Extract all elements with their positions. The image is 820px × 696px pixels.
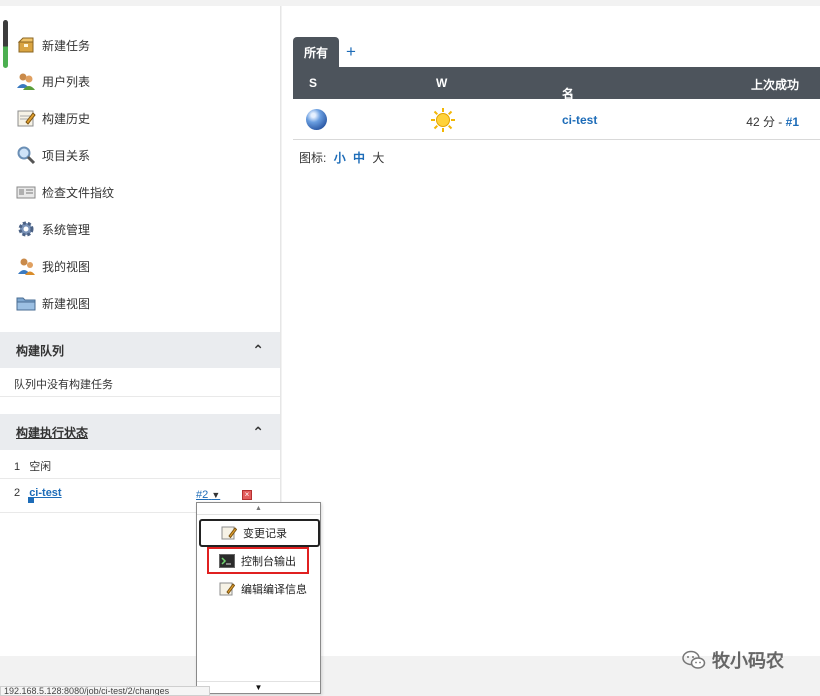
notepad-icon	[219, 582, 235, 596]
column-status[interactable]: S	[309, 76, 317, 90]
last-success-cell: 42 分 - #1	[746, 113, 799, 130]
build-queue-header[interactable]: 构建队列 ⌃	[0, 332, 280, 368]
executor-build-link[interactable]: #2 ▼	[196, 489, 220, 501]
scroll-up-icon[interactable]: ▲	[197, 503, 320, 515]
id-card-icon	[16, 186, 36, 199]
icon-size-small[interactable]: 小	[334, 151, 346, 165]
executor-idle-text: 空闲	[29, 461, 52, 473]
column-weather[interactable]: W	[436, 76, 447, 90]
sidebar-item-label: 新建任务	[42, 38, 91, 53]
notepad-icon	[17, 110, 36, 127]
sidebar-item-project-relation[interactable]: 项目关系	[16, 143, 90, 167]
sidebar-item-user-list[interactable]: 用户列表	[16, 69, 90, 93]
folder-icon	[16, 297, 36, 311]
executor-status-title[interactable]: 构建执行状态	[16, 424, 88, 441]
sidebar-item-label: 项目关系	[42, 148, 91, 163]
sidebar-item-new-view[interactable]: 新建视图	[16, 291, 90, 315]
caret-down-icon[interactable]: ▼	[211, 490, 220, 500]
sort-arrow-icon: ↓	[568, 85, 574, 99]
add-tab-button[interactable]: +	[346, 42, 356, 62]
sidebar-item-label: 新建视图	[42, 296, 91, 311]
last-success-build-link[interactable]: #1	[786, 115, 799, 129]
tab-all[interactable]: 所有	[293, 37, 339, 67]
jenkins-dashboard: 新建任务 用户列表 构建历史 项目关系 检查文件指纹 系统管理 我的视图 新建视…	[0, 0, 820, 696]
sidebar-item-system-manage[interactable]: 系统管理	[16, 217, 90, 241]
blue-ball-status-icon[interactable]	[306, 109, 327, 130]
chevron-up-icon[interactable]: ⌃	[252, 342, 264, 359]
divider	[0, 396, 280, 397]
build-queue-empty: 队列中没有构建任务	[14, 379, 113, 391]
menu-item-label: 变更记录	[243, 528, 287, 540]
build-context-menu: ▲ 变更记录 控制台输出 编辑编译信息 ▼	[196, 502, 321, 694]
watermark-text: 牧小码农	[712, 651, 784, 671]
executor-status-header[interactable]: 构建执行状态 ⌃	[0, 414, 280, 450]
icon-size-large[interactable]: 大	[372, 151, 384, 165]
executor-row-1: 1 空闲	[0, 458, 280, 474]
package-icon	[17, 37, 34, 53]
sidebar-item-label: 用户列表	[42, 74, 91, 89]
sun-icon[interactable]	[430, 107, 456, 133]
sidebar-item-label: 我的视图	[42, 259, 91, 274]
menu-item-edit-build-info[interactable]: 编辑编译信息	[219, 577, 319, 601]
divider	[0, 478, 280, 479]
menu-item-console-output[interactable]: 控制台输出	[207, 547, 309, 574]
executor-number: 2	[14, 487, 21, 499]
sidebar-scroll-indicator[interactable]	[3, 20, 8, 68]
cancel-build-icon[interactable]: ×	[242, 490, 252, 500]
executor-row-2: 2 ci-test	[0, 487, 280, 499]
users-icon	[17, 73, 35, 90]
main-content: 所有 + S W 名称 ↓ 上次成功 ci-test 42 分 - #1 图标:…	[282, 6, 820, 656]
sidebar-item-fingerprint[interactable]: 检查文件指纹	[16, 180, 114, 204]
job-table-header: S W 名称 ↓ 上次成功	[293, 67, 820, 118]
menu-item-changes[interactable]: 变更记录	[199, 519, 320, 547]
sidebar-item-new-task[interactable]: 新建任务	[16, 33, 90, 57]
gear-icon	[18, 221, 34, 237]
wechat-icon	[682, 650, 706, 669]
terminal-icon	[219, 553, 235, 568]
table-row: ci-test 42 分 - #1	[293, 99, 820, 140]
job-link-ci-test[interactable]: ci-test	[562, 113, 597, 127]
icon-size-label: 图标:	[299, 151, 327, 165]
build-queue-title: 构建队列	[16, 343, 65, 358]
sidebar-item-label: 检查文件指纹	[42, 185, 115, 200]
build-number[interactable]: #2	[196, 489, 208, 501]
executor-job-link[interactable]: ci-test	[29, 487, 61, 499]
watermark: 牧小码农	[682, 647, 784, 673]
browser-status-url: 192.168.5.128:8080/job/ci-test/2/changes	[0, 686, 210, 696]
column-last-success[interactable]: 上次成功	[751, 76, 799, 93]
notepad-icon	[221, 526, 237, 540]
menu-item-label: 控制台输出	[241, 555, 296, 568]
icon-size-medium[interactable]: 中	[353, 151, 365, 165]
icon-size-selector: 图标: 小 中 大	[299, 149, 384, 166]
sidebar-item-label: 构建历史	[42, 111, 91, 126]
magnifier-icon	[17, 146, 36, 165]
scroll-down-icon[interactable]: ▼	[197, 681, 320, 693]
sidebar-item-build-history[interactable]: 构建历史	[16, 106, 90, 130]
sidebar-item-label: 系统管理	[42, 222, 91, 237]
user-icon	[18, 258, 35, 275]
last-success-time: 42 分 -	[746, 115, 783, 129]
menu-item-label: 编辑编译信息	[241, 584, 307, 596]
build-progress-bar	[28, 497, 34, 503]
executor-number: 1	[14, 461, 21, 473]
chevron-up-icon[interactable]: ⌃	[252, 424, 264, 441]
sidebar-item-my-views[interactable]: 我的视图	[16, 254, 90, 278]
